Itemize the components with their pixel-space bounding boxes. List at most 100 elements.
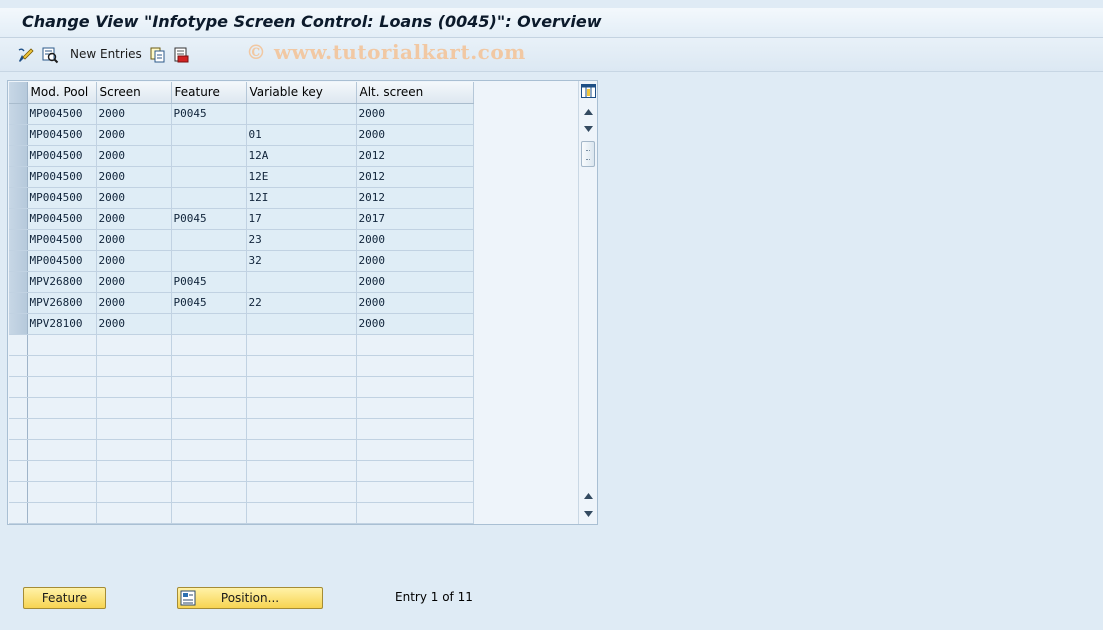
cell-mod-pool[interactable] <box>27 418 97 440</box>
row-selector[interactable] <box>9 124 28 146</box>
table-row[interactable]: MP004500 2000 01 2000 <box>9 124 474 146</box>
table-row[interactable]: MP004500 2000 P0045 17 2017 <box>9 208 474 230</box>
cell-feature[interactable] <box>171 397 247 419</box>
scroll-down-icon[interactable] <box>582 122 595 135</box>
delete-icon[interactable] <box>171 45 191 65</box>
table-row[interactable]: MPV28100 2000 2000 <box>9 313 474 335</box>
row-selector[interactable] <box>9 460 28 482</box>
empty-table-row[interactable] <box>9 460 474 482</box>
column-header-mod-pool[interactable]: Mod. Pool <box>27 82 97 104</box>
table-row[interactable]: MPV26800 2000 P0045 22 2000 <box>9 292 474 314</box>
table-row[interactable]: MP004500 2000 12I 2012 <box>9 187 474 209</box>
cell-feature[interactable] <box>171 460 247 482</box>
cell-variable-key[interactable] <box>246 418 357 440</box>
cell-variable-key[interactable] <box>246 481 357 503</box>
empty-table-row[interactable] <box>9 502 474 524</box>
cell-feature[interactable] <box>171 355 247 377</box>
cell-alt-screen[interactable] <box>356 355 474 377</box>
cell-screen[interactable] <box>96 334 172 356</box>
cell-alt-screen[interactable] <box>356 481 474 503</box>
cell-alt-screen[interactable] <box>356 376 474 398</box>
cell-screen[interactable] <box>96 502 172 524</box>
cell-mod-pool[interactable] <box>27 502 97 524</box>
row-selector[interactable] <box>9 187 28 209</box>
cell-screen[interactable] <box>96 481 172 503</box>
row-selector[interactable] <box>9 502 28 524</box>
empty-table-row[interactable] <box>9 481 474 503</box>
cell-alt-screen[interactable] <box>356 334 474 356</box>
cell-screen[interactable] <box>96 439 172 461</box>
scrollbar-thumb[interactable] <box>581 141 595 167</box>
row-selector[interactable] <box>9 250 28 272</box>
cell-mod-pool[interactable] <box>27 481 97 503</box>
row-selector[interactable] <box>9 271 28 293</box>
row-selector[interactable] <box>9 313 28 335</box>
scroll-page-down-icon[interactable] <box>582 507 595 520</box>
row-selector[interactable] <box>9 439 28 461</box>
feature-button[interactable]: Feature <box>23 587 106 609</box>
row-selector[interactable] <box>9 376 28 398</box>
copy-icon[interactable] <box>148 45 168 65</box>
table-row[interactable]: MP004500 2000 23 2000 <box>9 229 474 251</box>
row-selector[interactable] <box>9 397 28 419</box>
empty-table-row[interactable] <box>9 355 474 377</box>
cell-mod-pool[interactable] <box>27 334 97 356</box>
cell-screen[interactable] <box>96 355 172 377</box>
cell-mod-pool[interactable] <box>27 355 97 377</box>
column-header-variable-key[interactable]: Variable key <box>246 82 357 104</box>
table-row[interactable]: MP004500 2000 P0045 2000 <box>9 103 474 125</box>
cell-variable-key[interactable] <box>246 376 357 398</box>
cell-alt-screen[interactable] <box>356 502 474 524</box>
select-all-cell[interactable] <box>9 82 28 104</box>
table-row[interactable]: MPV26800 2000 P0045 2000 <box>9 271 474 293</box>
column-header-feature[interactable]: Feature <box>171 82 247 104</box>
cell-alt-screen[interactable] <box>356 418 474 440</box>
cell-variable-key[interactable] <box>246 439 357 461</box>
row-selector[interactable] <box>9 103 28 125</box>
scroll-page-up-icon[interactable] <box>582 489 595 502</box>
cell-screen[interactable] <box>96 418 172 440</box>
row-selector[interactable] <box>9 229 28 251</box>
cell-mod-pool[interactable] <box>27 460 97 482</box>
row-selector[interactable] <box>9 481 28 503</box>
empty-table-row[interactable] <box>9 397 474 419</box>
cell-screen[interactable] <box>96 397 172 419</box>
table-row[interactable]: MP004500 2000 12A 2012 <box>9 145 474 167</box>
cell-feature[interactable] <box>171 439 247 461</box>
cell-feature[interactable] <box>171 334 247 356</box>
row-selector[interactable] <box>9 208 28 230</box>
cell-variable-key[interactable] <box>246 334 357 356</box>
cell-feature[interactable] <box>171 418 247 440</box>
cell-feature[interactable] <box>171 481 247 503</box>
empty-table-row[interactable] <box>9 376 474 398</box>
cell-feature[interactable] <box>171 502 247 524</box>
column-settings-icon[interactable] <box>581 84 596 98</box>
cell-alt-screen[interactable] <box>356 439 474 461</box>
empty-table-row[interactable] <box>9 439 474 461</box>
table-row[interactable]: MP004500 2000 12E 2012 <box>9 166 474 188</box>
display-change-icon[interactable] <box>16 45 36 65</box>
cell-screen[interactable] <box>96 460 172 482</box>
row-selector[interactable] <box>9 334 28 356</box>
cell-variable-key[interactable] <box>246 355 357 377</box>
cell-variable-key[interactable] <box>246 502 357 524</box>
column-header-alt-screen[interactable]: Alt. screen <box>356 82 474 104</box>
cell-alt-screen[interactable] <box>356 460 474 482</box>
row-selector[interactable] <box>9 292 28 314</box>
row-selector[interactable] <box>9 355 28 377</box>
details-icon[interactable] <box>40 45 60 65</box>
cell-variable-key[interactable] <box>246 460 357 482</box>
new-entries-button[interactable]: New Entries <box>70 47 142 61</box>
empty-table-row[interactable] <box>9 334 474 356</box>
cell-mod-pool[interactable] <box>27 439 97 461</box>
cell-alt-screen[interactable] <box>356 397 474 419</box>
position-button[interactable]: Position... <box>177 587 323 609</box>
row-selector[interactable] <box>9 166 28 188</box>
row-selector[interactable] <box>9 145 28 167</box>
cell-mod-pool[interactable] <box>27 397 97 419</box>
cell-mod-pool[interactable] <box>27 376 97 398</box>
cell-feature[interactable] <box>171 376 247 398</box>
cell-screen[interactable] <box>96 376 172 398</box>
column-header-screen[interactable]: Screen <box>96 82 172 104</box>
table-row[interactable]: MP004500 2000 32 2000 <box>9 250 474 272</box>
